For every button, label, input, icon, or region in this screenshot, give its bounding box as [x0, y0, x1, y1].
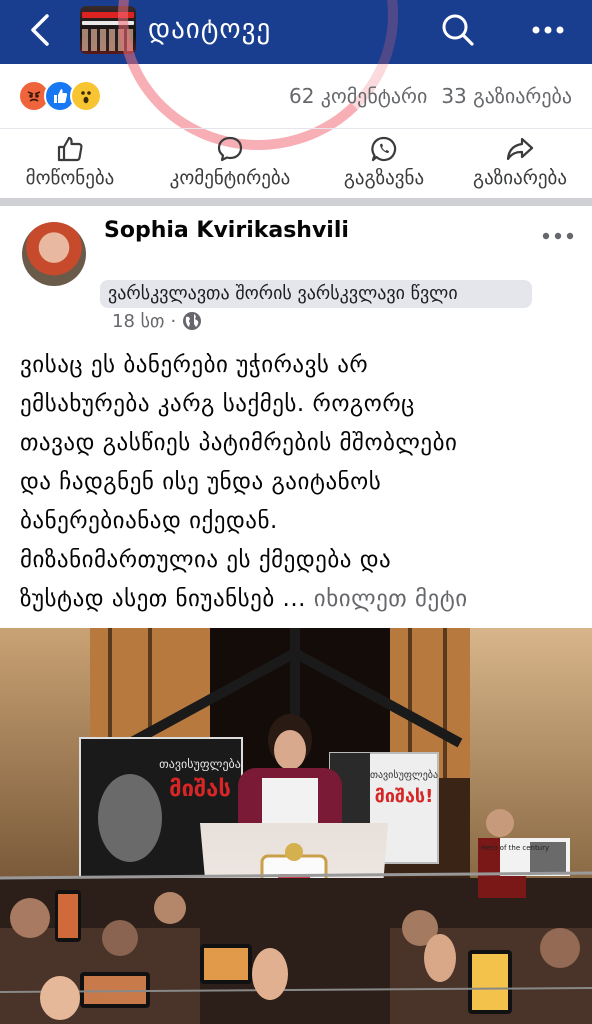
- reactions-summary[interactable]: 62 კომენტარი 33 გაზიარება: [0, 72, 592, 120]
- search-button[interactable]: [436, 8, 480, 52]
- like-label: მოწონება: [25, 167, 115, 189]
- reaction-icons[interactable]: [18, 80, 118, 112]
- comment-button[interactable]: კომენტირება: [150, 131, 310, 195]
- top-app-bar: დაიტოვე: [0, 0, 592, 64]
- banner-left-name: მიშას: [169, 777, 231, 802]
- share-button[interactable]: გაზიარება: [456, 131, 584, 195]
- post-line: თავად გასწიეს პატიმრების მშობლები: [20, 430, 458, 456]
- share-icon: [506, 137, 534, 161]
- banner-right-title: თავისუფლება: [370, 769, 438, 781]
- sign-text: Hero of the century: [481, 844, 549, 852]
- post-time[interactable]: 18 სთ: [112, 311, 164, 332]
- more-dots-icon: [532, 26, 564, 34]
- post-line: და ჩადგნენ ისე უნდა გაიტანოს: [20, 469, 382, 495]
- author-avatar[interactable]: [22, 222, 86, 286]
- author-name[interactable]: Sophia Kvirikashvili: [104, 218, 349, 243]
- post-more-button[interactable]: [536, 222, 580, 250]
- share-label: გაზიარება: [473, 167, 567, 189]
- post-line: მიზანიმართულია ეს ქმედება და: [20, 547, 392, 573]
- send-label: გაგზავნა: [343, 167, 425, 189]
- post-line: ბანერებიანად იქედან.: [20, 508, 278, 534]
- engagement-stats: 62 კომენტარი 33 გაზიარება: [289, 84, 572, 108]
- post-line: ემსახურება კარგ საქმეს. როგორც: [20, 391, 415, 417]
- post-meta: 18 სთ ·: [112, 310, 202, 332]
- more-options-button[interactable]: [524, 8, 572, 52]
- wow-reaction-icon: [70, 80, 102, 112]
- shares-count[interactable]: 33 გაზიარება: [441, 84, 572, 108]
- post-line-truncated: ზუსტად ასეთ ნიუანსებ ...: [20, 586, 306, 612]
- back-arrow-icon: [31, 14, 49, 46]
- more-dots-icon: [542, 232, 574, 240]
- comments-count[interactable]: 62 კომენტარი: [289, 84, 427, 108]
- group-name-pill[interactable]: ვარსკვლავთა შორის ვარსკვლავი წვლი: [100, 280, 532, 308]
- post-line: ვისაც ეს ბანერები უჭირავს არ: [20, 352, 369, 378]
- group-cover-thumbnail[interactable]: [80, 6, 136, 54]
- whatsapp-icon: [371, 136, 397, 162]
- post-action-bar: მოწონება კომენტირება გაგზავნა გაზიარება: [0, 128, 592, 199]
- back-button[interactable]: [20, 8, 60, 52]
- meta-separator: ·: [170, 310, 177, 332]
- photo-scene: თავისუფლება მიშას თავისუფლება მიშას! Her…: [0, 628, 592, 1024]
- thumbs-up-icon: [57, 136, 83, 162]
- post-line-last: ზუსტად ასეთ ნიუანსებ ... იხილეთ მეტი: [20, 580, 580, 619]
- like-button[interactable]: მოწონება: [12, 131, 128, 195]
- post-photo[interactable]: თავისუფლება მიშას თავისუფლება მიშას! Her…: [0, 628, 592, 1024]
- search-icon: [442, 14, 474, 46]
- comment-label: კომენტირება: [169, 167, 291, 189]
- see-more-link[interactable]: იხილეთ მეტი: [314, 586, 468, 612]
- banner-right-name: მიშას!: [375, 786, 434, 807]
- post-body: ვისაც ეს ბანერები უჭირავს არ ემსახურება …: [20, 346, 580, 619]
- group-title[interactable]: დაიტოვე: [148, 14, 271, 45]
- send-whatsapp-button[interactable]: გაგზავნა: [330, 131, 438, 195]
- banner-left-title: თავისუფლება: [159, 757, 241, 771]
- section-divider: [0, 198, 592, 206]
- comment-icon: [217, 136, 243, 162]
- globe-icon: [183, 312, 202, 330]
